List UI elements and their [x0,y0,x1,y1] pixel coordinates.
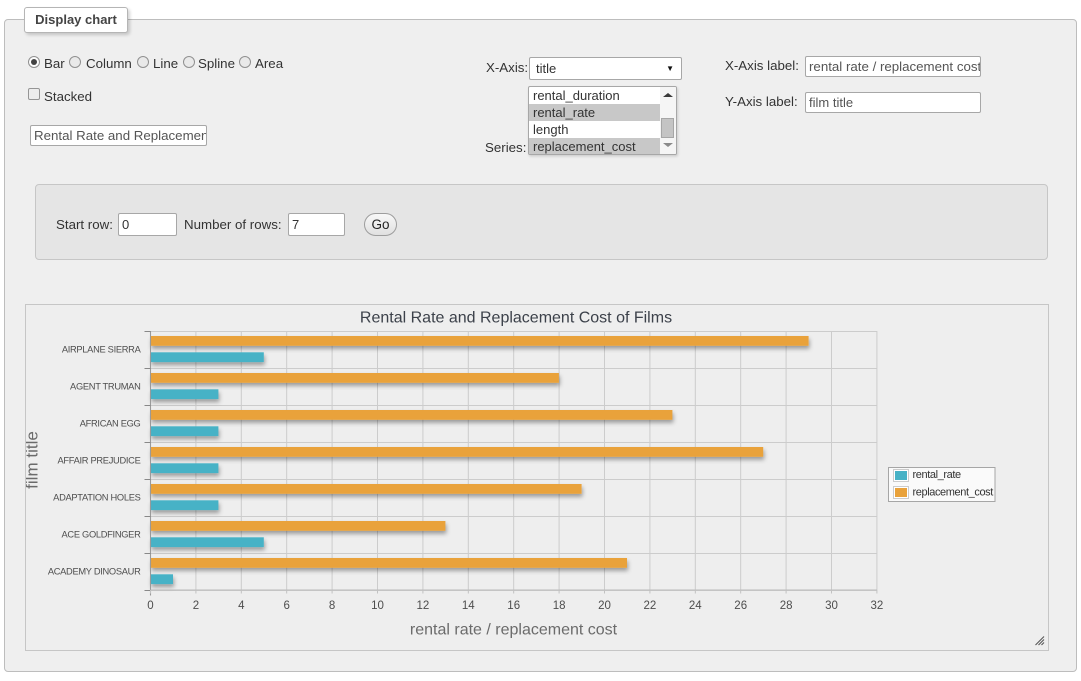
svg-text:22: 22 [644,600,657,612]
svg-text:24: 24 [689,600,702,612]
svg-text:20: 20 [598,600,611,612]
svg-text:ADAPTATION HOLES: ADAPTATION HOLES [53,493,140,503]
svg-text:16: 16 [507,600,520,612]
svg-text:12: 12 [417,600,430,612]
svg-text:2: 2 [193,600,199,612]
svg-text:26: 26 [734,600,747,612]
svg-text:replacement_cost: replacement_cost [913,487,994,499]
svg-text:rental_rate: rental_rate [913,469,961,481]
svg-text:0: 0 [147,600,153,612]
svg-text:AIRPLANE SIERRA: AIRPLANE SIERRA [62,345,142,355]
svg-text:8: 8 [329,600,335,612]
svg-text:ACADEMY DINOSAUR: ACADEMY DINOSAUR [48,567,141,577]
svg-text:AFRICAN EGG: AFRICAN EGG [80,419,141,429]
svg-text:Rental Rate and Replacement Co: Rental Rate and Replacement Cost of Film… [360,310,672,327]
svg-text:14: 14 [462,600,475,612]
svg-text:4: 4 [238,600,245,612]
svg-text:ACE GOLDFINGER: ACE GOLDFINGER [62,530,142,540]
svg-text:rental rate / replacement cost: rental rate / replacement cost [410,622,618,639]
svg-text:18: 18 [553,600,566,612]
svg-text:AGENT TRUMAN: AGENT TRUMAN [70,382,140,392]
svg-text:28: 28 [780,600,793,612]
svg-text:32: 32 [871,600,884,612]
svg-text:film title: film title [26,431,42,489]
svg-text:6: 6 [283,600,289,612]
svg-text:AFFAIR PREJUDICE: AFFAIR PREJUDICE [57,456,140,466]
svg-text:10: 10 [371,600,384,612]
svg-text:30: 30 [825,600,838,612]
